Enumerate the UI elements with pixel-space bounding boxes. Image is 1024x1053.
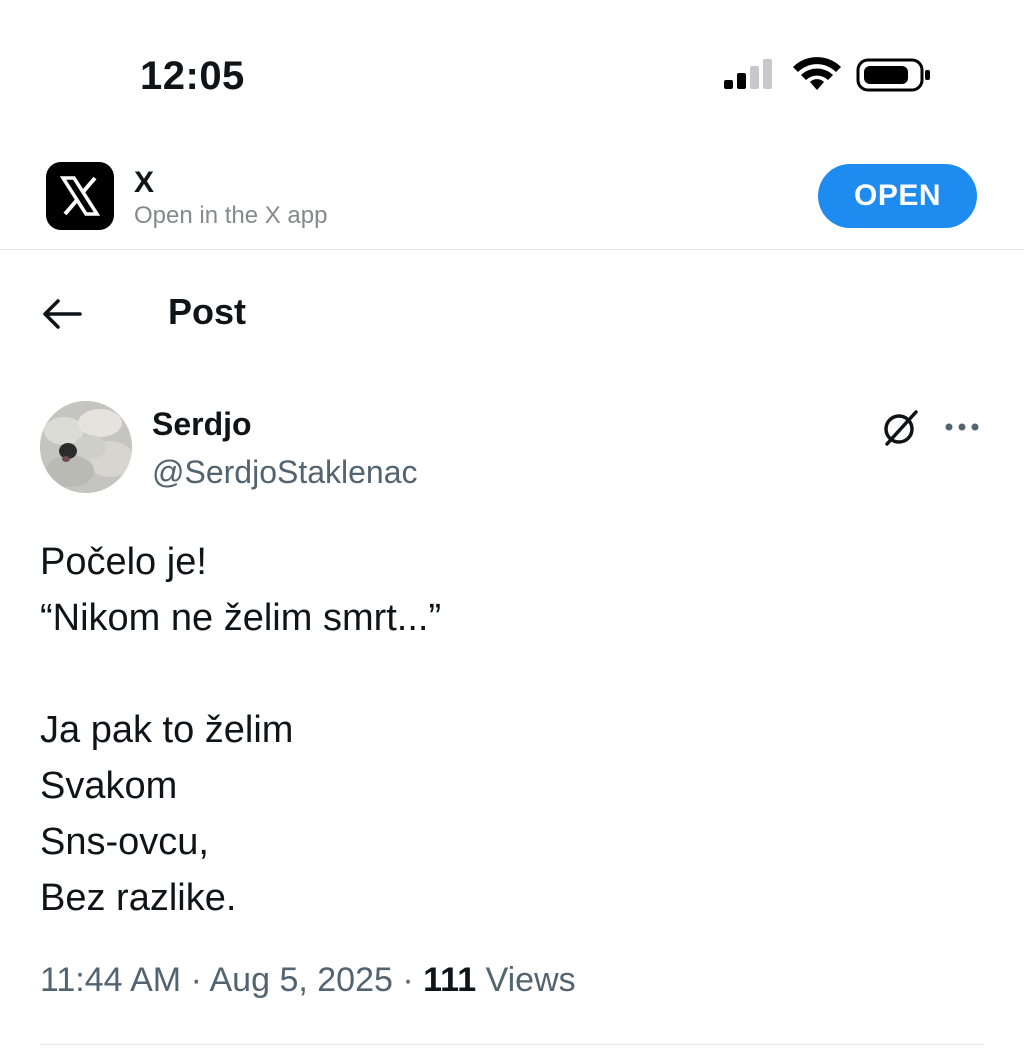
x-post-page: 12:05 X Open in the X app OPEN Post Serd…: [0, 0, 1024, 1053]
arrow-left-icon[interactable]: [40, 292, 84, 336]
wifi-icon: [793, 57, 841, 90]
battery-icon: [856, 58, 930, 92]
app-name: X: [134, 166, 155, 199]
app-banner-subtitle: Open in the X app: [134, 202, 328, 229]
open-app-button[interactable]: OPEN: [818, 164, 977, 228]
post-text-line: Sns-ovcu,: [40, 821, 209, 863]
post-text-line: Svakom: [40, 765, 178, 807]
views-label: Views: [485, 961, 576, 999]
open-in-app-banner: X Open in the X app OPEN: [0, 150, 1024, 250]
more-options-icon[interactable]: [940, 410, 984, 444]
post-text: Počelo je! “Nikom ne želim smrt...” Ja p…: [40, 534, 980, 926]
post-text-line: Ja pak to želim: [40, 709, 294, 751]
status-time: 12:05: [140, 54, 245, 98]
cellular-signal-icon: [724, 59, 772, 89]
author-name[interactable]: Serdjo: [152, 404, 252, 444]
page-title: Post: [168, 291, 247, 332]
author-handle[interactable]: @SerdjoStaklenac: [152, 452, 418, 492]
x-logo-icon: [59, 176, 101, 216]
post-time[interactable]: 11:44 AM: [40, 961, 181, 999]
post-meta: 11:44 AM · Aug 5, 2025 · 111 Views: [40, 958, 576, 1002]
post-date[interactable]: Aug 5, 2025: [210, 961, 393, 999]
post-text-line: [40, 646, 980, 702]
grok-icon[interactable]: [878, 406, 922, 450]
post-text-line: Bez razlike.: [40, 877, 237, 919]
avatar-image: [40, 401, 132, 493]
views-count: 111: [423, 961, 477, 999]
avatar[interactable]: [40, 401, 132, 493]
post-text-line: Počelo je!: [40, 541, 207, 583]
meta-separator: ·: [402, 961, 414, 999]
meta-separator: ·: [190, 961, 202, 999]
divider: [40, 1044, 984, 1045]
post-text-line: “Nikom ne želim smrt...”: [40, 597, 442, 639]
x-app-icon[interactable]: [46, 162, 114, 230]
